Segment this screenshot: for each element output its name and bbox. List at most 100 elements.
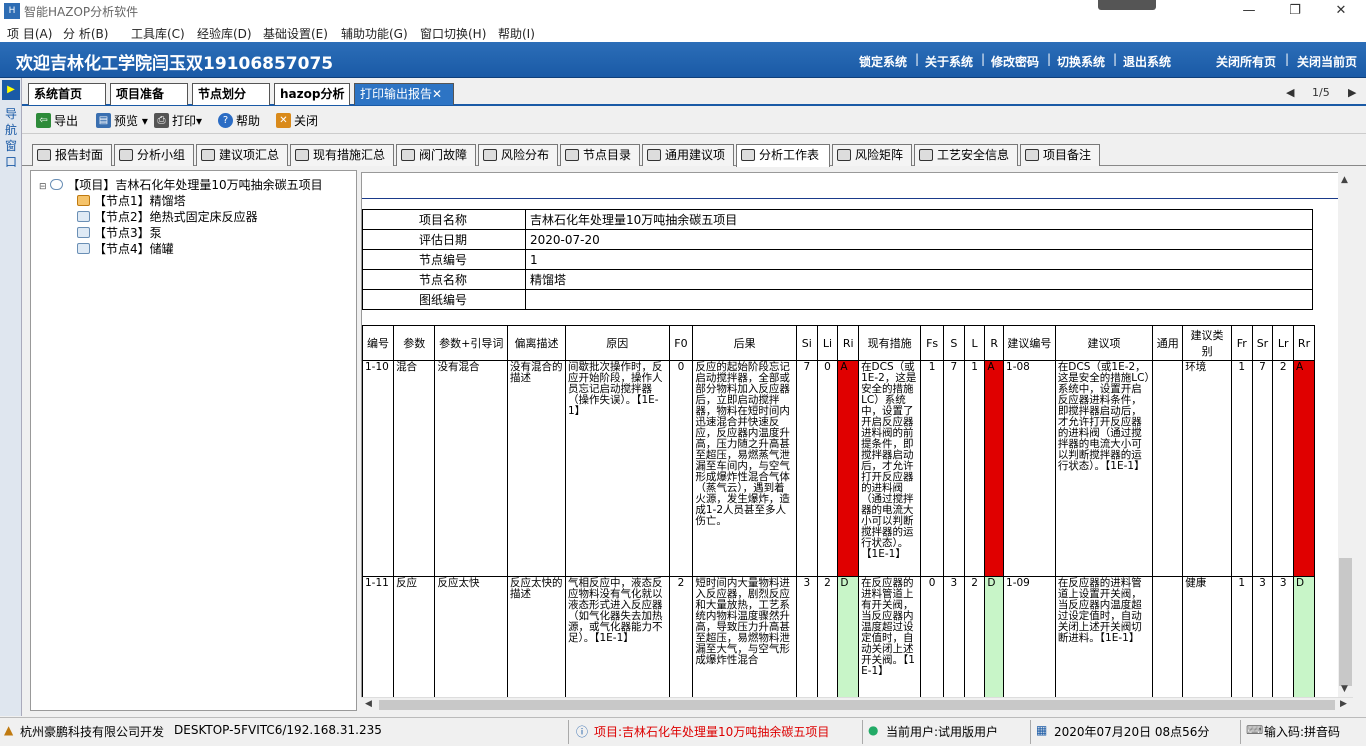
col-header: F0	[668, 325, 694, 361]
horizontal-scroll-thumb[interactable]	[379, 700, 1335, 710]
cell-rr: D	[1293, 576, 1315, 697]
tree-node-4[interactable]: 【节点4】储罐	[77, 240, 174, 257]
collapse-icon[interactable]: ⊟	[39, 182, 47, 192]
horizontal-scrollbar[interactable]: ◀ ▶	[361, 697, 1353, 712]
menu-tools[interactable]: 工具库(C)	[131, 25, 185, 42]
user-icon: ●	[868, 723, 879, 737]
scroll-up-icon[interactable]: ▲	[1341, 175, 1348, 185]
printer-icon	[37, 149, 51, 161]
tab-project-notes[interactable]: 项目备注	[1020, 144, 1100, 166]
toolbar: ⇦ 导出 ▤ 预览 ▾ ⎙ 打印▾ ? 帮助 ✕ 关闭	[22, 108, 1366, 134]
close-button[interactable]: ✕ 关闭	[274, 111, 318, 131]
scroll-left-icon[interactable]: ◀	[365, 699, 372, 709]
menu-settings[interactable]: 基础设置(E)	[263, 25, 328, 42]
node-icon	[77, 211, 90, 222]
exit-system-link[interactable]: 退出系统	[1123, 53, 1171, 70]
menu-bar: 项 目(A) 分 析(B) 工具库(C) 经验库(D) 基础设置(E) 辅助功能…	[0, 22, 1366, 42]
tab-label: 通用建议项	[665, 148, 726, 162]
tab-label: 风险矩阵	[855, 148, 904, 162]
scroll-down-icon[interactable]: ▼	[1341, 684, 1348, 694]
help-label: 帮助	[236, 114, 261, 128]
datetime-text: 2020年07月20日 08点56分	[1054, 725, 1210, 739]
menu-window[interactable]: 窗口切换(H)	[420, 25, 486, 42]
tab-risk-distribution[interactable]: 风险分布	[478, 144, 558, 166]
node-icon	[77, 227, 90, 238]
menu-assist[interactable]: 辅助功能(G)	[341, 25, 408, 42]
tab-report-cover[interactable]: 报告封面	[32, 144, 112, 166]
menu-experience[interactable]: 经验库(D)	[197, 25, 252, 42]
minimize-button[interactable]: —	[1226, 0, 1272, 22]
menu-help[interactable]: 帮助(I)	[498, 25, 535, 42]
window-title: 智能HAZOP分析软件	[24, 5, 139, 19]
expand-nav-icon[interactable]: ▶	[2, 80, 20, 100]
vertical-scrollbar[interactable]: ▲ ▼	[1338, 172, 1353, 698]
about-system-link[interactable]: 关于系统	[925, 53, 973, 70]
tab-recommendation-summary[interactable]: 建议项汇总	[196, 144, 288, 166]
cell-param: 反应	[393, 576, 436, 697]
printer-icon	[201, 149, 215, 161]
col-header: 建议编号	[1003, 325, 1056, 361]
floating-toolbar-handle[interactable]	[1098, 0, 1156, 10]
tree-node-label: 【节点2】绝热式固定床反应器	[94, 210, 258, 224]
tab-risk-matrix[interactable]: 风险矩阵	[832, 144, 912, 166]
cell-l: 1	[963, 360, 986, 577]
col-header: Ri	[837, 325, 860, 361]
tab-analysis-worksheet[interactable]: 分析工作表	[736, 144, 830, 167]
tab-print-report[interactable]: 打印输出报告✕	[354, 83, 454, 105]
app-window: H 智能HAZOP分析软件 — ❐ ✕ 项 目(A) 分 析(B) 工具库(C)…	[0, 0, 1366, 746]
banner-separator: |	[1047, 52, 1052, 66]
cell-deviation: 没有混合的描述	[506, 360, 566, 577]
tab-label: 风险分布	[501, 148, 550, 162]
vertical-scroll-thumb[interactable]	[1339, 558, 1352, 686]
tab-node-directory[interactable]: 节点目录	[560, 144, 640, 166]
help-button[interactable]: ? 帮助	[216, 111, 260, 131]
preview-button[interactable]: ▤ 预览 ▾	[94, 111, 148, 131]
cell-sr: 7	[1251, 360, 1274, 577]
col-header: 参数+引导词	[434, 325, 508, 361]
info-value: 1	[525, 249, 1313, 270]
tab-node-division[interactable]: 节点划分	[192, 83, 270, 105]
tab-hazop-analysis[interactable]: hazop分析	[274, 83, 350, 105]
tree-node-1[interactable]: 【节点1】精馏塔	[77, 192, 186, 209]
cell-consequence: 反应的起始阶段忘记启动搅拌器，全部或部分物料加入反应器后，立即启动搅拌器，物料在…	[692, 360, 797, 577]
export-button[interactable]: ⇦ 导出	[34, 111, 78, 131]
tab-project-prep[interactable]: 项目准备	[110, 83, 188, 105]
close-label: 关闭	[294, 114, 319, 128]
close-window-button[interactable]: ✕	[1318, 0, 1364, 22]
cell-ri: D	[837, 576, 860, 697]
pager-prev-icon[interactable]: ◀	[1286, 86, 1294, 99]
tab-measures-summary[interactable]: 现有措施汇总	[290, 144, 394, 166]
pager-next-icon[interactable]: ▶	[1348, 86, 1356, 99]
cell-rec-id: 1-09	[1003, 576, 1056, 697]
cell-f0: 0	[668, 360, 694, 577]
nav-window-label[interactable]: 导航窗口	[4, 106, 18, 170]
menu-analysis[interactable]: 分 析(B)	[63, 25, 108, 42]
tab-label: 报告封面	[55, 148, 104, 162]
tab-analysis-team[interactable]: 分析小组	[114, 144, 194, 166]
close-current-page-link[interactable]: 关闭当前页	[1297, 53, 1357, 70]
tree-node-3[interactable]: 【节点3】泵	[77, 224, 162, 241]
project-info-table: 项目名称 吉林石化年处理量10万吨抽余碳五项目 评估日期 2020-07-20 节点…	[362, 209, 1313, 310]
tree-root[interactable]: ⊟ 【项目】吉林石化年处理量10万吨抽余碳五项目	[39, 176, 323, 193]
print-button[interactable]: ⎙ 打印▾	[152, 111, 202, 131]
change-password-link[interactable]: 修改密码	[991, 53, 1039, 70]
tab-valve-failure[interactable]: 阀门故障	[396, 144, 476, 166]
lock-system-link[interactable]: 锁定系统	[859, 53, 907, 70]
close-all-pages-link[interactable]: 关闭所有页	[1216, 53, 1276, 70]
tree-node-2[interactable]: 【节点2】绝热式固定床反应器	[77, 208, 258, 225]
info-value: 吉林石化年处理量10万吨抽余碳五项目	[525, 209, 1313, 230]
tab-general-recommendations[interactable]: 通用建议项	[642, 144, 734, 166]
printer-icon	[647, 149, 661, 161]
menu-project[interactable]: 项 目(A)	[7, 25, 52, 42]
preview-label: 预览 ▾	[114, 114, 148, 128]
restore-button[interactable]: ❐	[1272, 0, 1318, 22]
tab-process-safety-info[interactable]: 工艺安全信息	[914, 144, 1018, 166]
cell-guide: 反应太快	[434, 576, 508, 697]
project-status-text: 项目:吉林石化年处理量10万吨抽余碳五项目	[594, 725, 830, 739]
header-banner: 欢迎吉林化工学院闫玉双19106857075 锁定系统 | 关于系统 | 修改密…	[0, 42, 1366, 78]
cell-rec-id: 1-08	[1003, 360, 1056, 577]
switch-system-link[interactable]: 切换系统	[1057, 53, 1105, 70]
tab-system-home[interactable]: 系统首页	[28, 83, 106, 105]
node-icon	[77, 243, 90, 254]
scroll-right-icon[interactable]: ▶	[1340, 699, 1347, 709]
